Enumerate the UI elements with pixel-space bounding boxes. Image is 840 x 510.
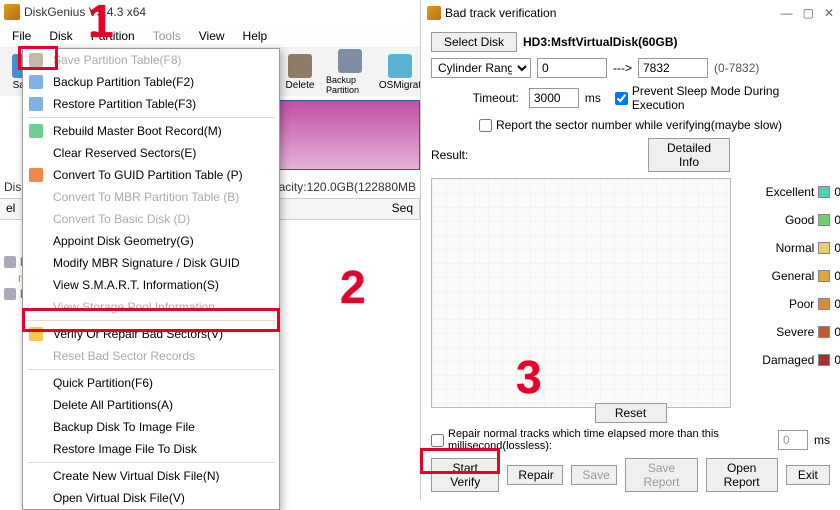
selected-disk-text: HD3:MsftVirtualDisk(60GB) bbox=[523, 35, 677, 49]
osmigrate-icon bbox=[388, 54, 412, 78]
menu-item[interactable]: Create New Virtual Disk File(N) bbox=[23, 465, 279, 487]
menu-item[interactable]: Appoint Disk Geometry(G) bbox=[23, 230, 279, 252]
dialog-title: Bad track verification bbox=[445, 6, 556, 20]
dialog-titlebar: Bad track verification — ▢ ✕ bbox=[421, 0, 840, 26]
legend-swatch bbox=[818, 242, 830, 254]
app-icon bbox=[427, 6, 441, 20]
menu-item-icon bbox=[29, 327, 43, 341]
menu-item[interactable]: Verify Or Repair Bad Sectors(V) bbox=[23, 323, 279, 345]
menu-disk[interactable]: Disk bbox=[41, 27, 80, 45]
menu-item[interactable]: Restore Partition Table(F3) bbox=[23, 93, 279, 115]
menu-item[interactable]: Clear Reserved Sectors(E) bbox=[23, 142, 279, 164]
prevent-sleep-checkbox[interactable]: Prevent Sleep Mode During Execution bbox=[615, 84, 830, 112]
backup-icon bbox=[338, 49, 362, 73]
timeout-label: Timeout: bbox=[431, 91, 523, 105]
menu-file[interactable]: File bbox=[4, 27, 39, 45]
disk-icon bbox=[4, 288, 16, 300]
bottom-controls: Repair normal tracks which time elapsed … bbox=[431, 428, 830, 492]
step-marker-1: 1 bbox=[88, 0, 114, 48]
maximize-icon[interactable]: ▢ bbox=[803, 6, 814, 20]
ms-label: ms bbox=[585, 91, 601, 105]
legend-swatch bbox=[818, 214, 830, 226]
reset-button[interactable]: Reset bbox=[595, 403, 667, 423]
menu-item[interactable]: Backup Partition Table(F2) bbox=[23, 71, 279, 93]
menu-item[interactable]: Backup Disk To Image File bbox=[23, 416, 279, 438]
menu-item: Save Partition Table(F8) bbox=[23, 49, 279, 71]
menu-item[interactable]: Rebuild Master Boot Record(M) bbox=[23, 120, 279, 142]
menu-item-icon bbox=[29, 75, 43, 89]
disk-icon bbox=[4, 256, 16, 268]
menu-item-icon bbox=[29, 124, 43, 138]
menu-item-icon bbox=[29, 168, 43, 182]
cylinder-from-input[interactable] bbox=[537, 58, 607, 78]
window-title: DiskGenius V5.4.3 x64 bbox=[24, 5, 146, 19]
repair-button[interactable]: Repair bbox=[507, 465, 563, 485]
disk-capacity: Capacity:120.0GB(122880MB bbox=[257, 180, 416, 194]
menu-view[interactable]: View bbox=[191, 27, 233, 45]
minimize-icon[interactable]: — bbox=[781, 6, 793, 20]
toolbar-backup[interactable]: Backup Partition bbox=[326, 49, 374, 95]
open-report-button[interactable]: Open Report bbox=[706, 458, 778, 492]
cylinder-range-hint: (0-7832) bbox=[714, 61, 759, 75]
legend-swatch bbox=[818, 326, 830, 338]
sector-grid bbox=[431, 178, 731, 408]
menu-item[interactable]: View S.M.A.R.T. Information(S) bbox=[23, 274, 279, 296]
menu-item[interactable]: Restore Image File To Disk bbox=[23, 438, 279, 460]
select-disk-button[interactable]: Select Disk bbox=[431, 32, 517, 52]
toolbar-osmigrate[interactable]: OSMigrat bbox=[380, 54, 420, 91]
timeout-input[interactable] bbox=[529, 88, 579, 108]
cylinder-range-select[interactable]: Cylinder Range bbox=[431, 58, 531, 78]
legend-item: General0 bbox=[741, 262, 840, 290]
legend-item: Normal0 bbox=[741, 234, 840, 262]
toolbar-delete[interactable]: Delete bbox=[280, 54, 320, 91]
ms-label-2: ms bbox=[814, 433, 830, 447]
save-button[interactable]: Save bbox=[571, 465, 617, 485]
menu-item: Reset Bad Sector Records bbox=[23, 345, 279, 367]
save-report-button[interactable]: Save Report bbox=[625, 458, 697, 492]
repair-lossless-checkbox[interactable]: Repair normal tracks which time elapsed … bbox=[431, 428, 772, 452]
legend-item: Damaged0 bbox=[741, 346, 840, 374]
menu-tools[interactable]: Tools bbox=[145, 27, 189, 45]
legend-item: Poor0 bbox=[741, 290, 840, 318]
start-verify-button[interactable]: Start Verify bbox=[431, 458, 499, 492]
legend-swatch bbox=[818, 186, 830, 198]
menu-item[interactable]: Delete All Partitions(A) bbox=[23, 394, 279, 416]
legend-swatch bbox=[818, 270, 830, 282]
titlebar: DiskGenius V5.4.3 x64 bbox=[0, 0, 420, 24]
report-sector-checkbox[interactable]: Report the sector number while verifying… bbox=[479, 118, 782, 132]
menu-item[interactable]: Convert To GUID Partition Table (P) bbox=[23, 164, 279, 186]
detailed-info-button[interactable]: Detailed Info bbox=[648, 138, 730, 172]
legend-swatch bbox=[818, 298, 830, 310]
disk-menu-dropdown: Save Partition Table(F8)Backup Partition… bbox=[22, 48, 280, 510]
menu-item-icon bbox=[29, 53, 43, 67]
menubar: File Disk Partition Tools View Help bbox=[0, 24, 420, 48]
menu-help[interactable]: Help bbox=[235, 27, 276, 45]
menu-item-icon bbox=[29, 97, 43, 111]
menu-item[interactable]: Open Virtual Disk File(V) bbox=[23, 487, 279, 509]
step-marker-2: 2 bbox=[340, 260, 366, 314]
quality-legend: Excellent0Good0Normal0General0Poor0Sever… bbox=[741, 178, 840, 374]
step-marker-3: 3 bbox=[516, 350, 542, 404]
menu-item: Convert To MBR Partition Table (B) bbox=[23, 186, 279, 208]
menu-item[interactable]: Quick Partition(F6) bbox=[23, 372, 279, 394]
repair-ms-input[interactable] bbox=[778, 430, 808, 450]
legend-item: Good0 bbox=[741, 206, 840, 234]
legend-swatch bbox=[818, 354, 830, 366]
cylinder-to-input[interactable] bbox=[638, 58, 708, 78]
bad-track-window: Bad track verification — ▢ ✕ Select Disk… bbox=[420, 0, 840, 500]
legend-item: Severe0 bbox=[741, 318, 840, 346]
legend-item: Excellent0 bbox=[741, 178, 840, 206]
menu-item: View Storage Pool Information bbox=[23, 296, 279, 318]
arrow-text: ---> bbox=[613, 61, 632, 75]
col-seq: Seq bbox=[261, 199, 420, 219]
delete-icon bbox=[288, 54, 312, 78]
app-icon bbox=[4, 4, 20, 20]
exit-button[interactable]: Exit bbox=[786, 465, 830, 485]
menu-item[interactable]: Modify MBR Signature / Disk GUID bbox=[23, 252, 279, 274]
result-label: Result: bbox=[431, 148, 468, 162]
menu-item: Convert To Basic Disk (D) bbox=[23, 208, 279, 230]
result-area: Excellent0Good0Normal0General0Poor0Sever… bbox=[431, 178, 830, 423]
close-icon[interactable]: ✕ bbox=[824, 6, 834, 20]
